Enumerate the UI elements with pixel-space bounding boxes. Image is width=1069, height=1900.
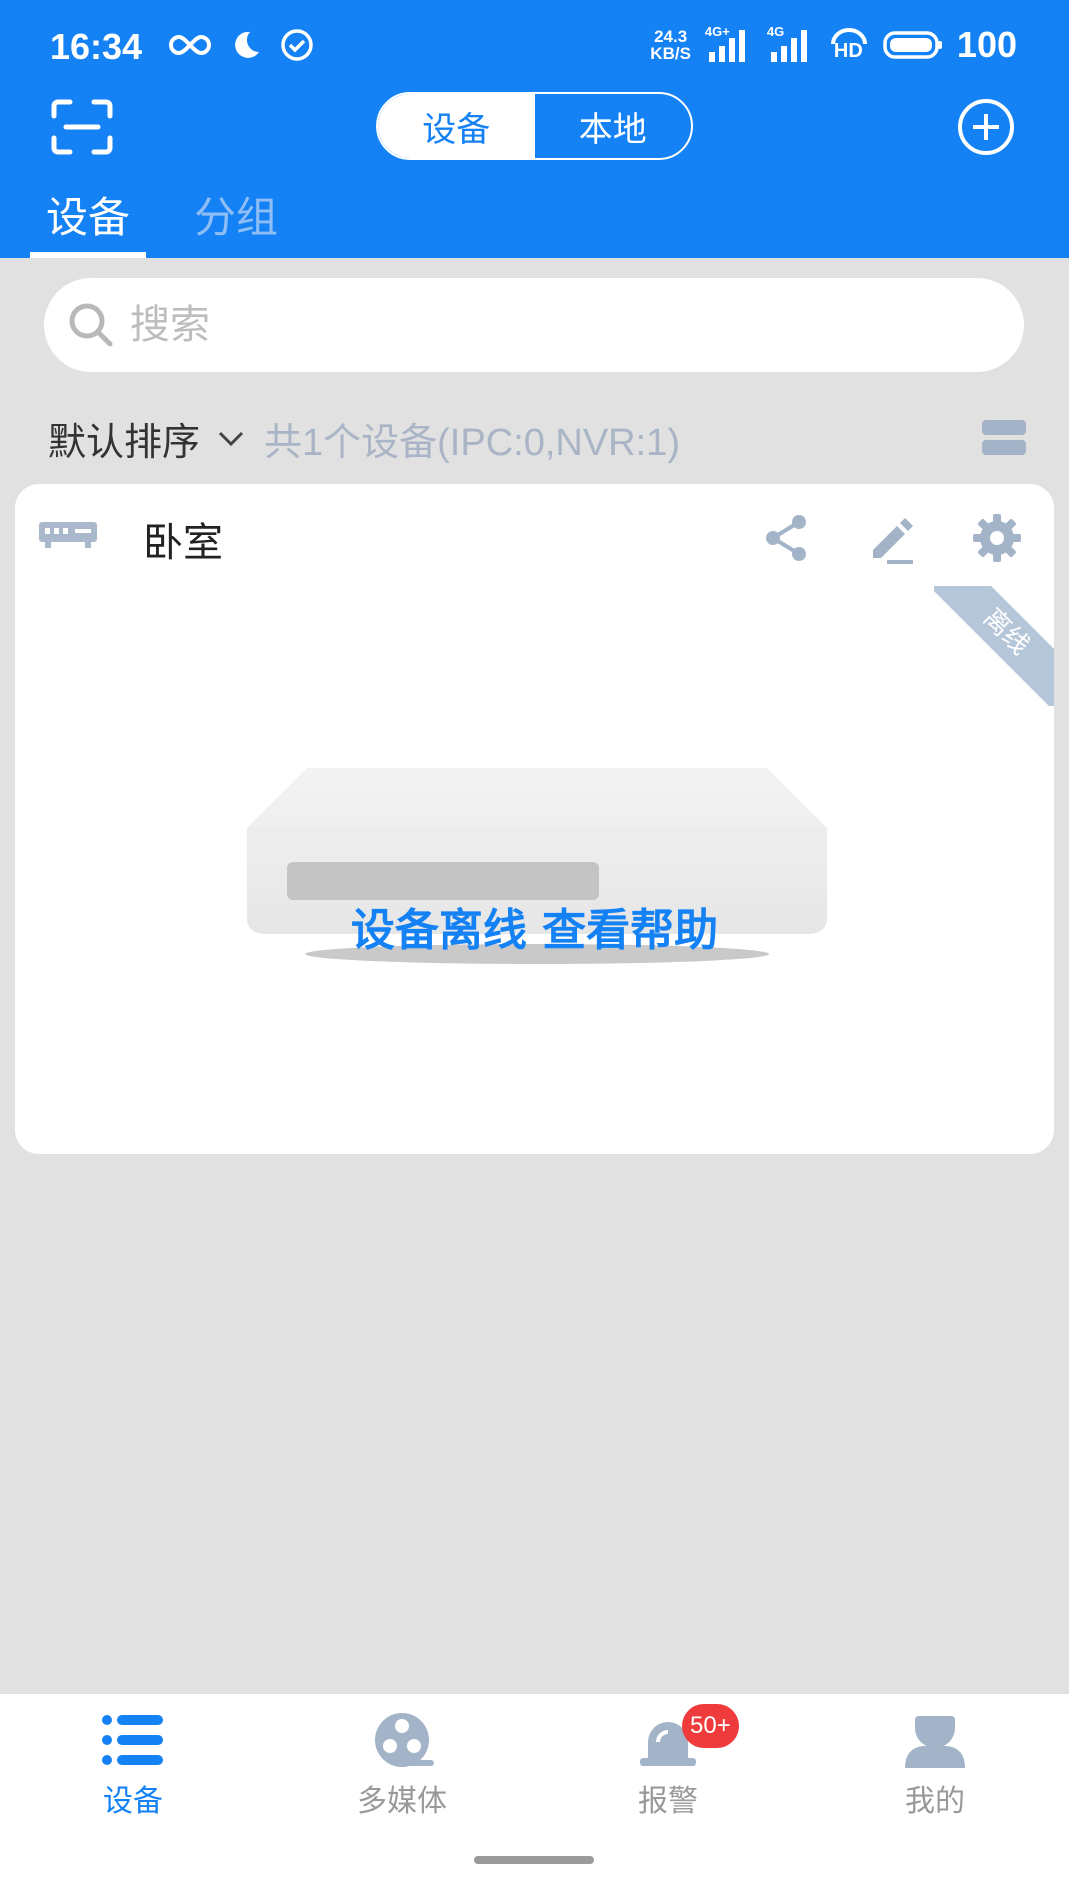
infinity-icon xyxy=(169,34,211,56)
device-local-segment: 设备 本地 xyxy=(376,92,693,160)
plus-circle-icon xyxy=(958,99,1014,155)
film-reel-icon xyxy=(375,1713,434,1767)
moon-icon xyxy=(235,31,259,58)
offline-ribbon: 离线 xyxy=(934,586,1054,706)
add-device-button[interactable] xyxy=(952,98,1020,156)
status-right-icons: 24.3 KB/S 4G+ 4G HD 100 xyxy=(650,24,1017,66)
bottom-nav: 设备 多媒体 50+ 报警 我的 xyxy=(0,1694,1069,1900)
signal-icon: 4G xyxy=(767,24,815,62)
user-icon xyxy=(905,1716,965,1768)
search-bar xyxy=(44,278,1024,372)
nav-mine[interactable]: 我的 xyxy=(835,1710,1035,1820)
sort-dropdown[interactable]: 默认排序 xyxy=(48,411,200,466)
device-name: 卧室 xyxy=(143,520,223,566)
net-speed: 24.3 KB/S xyxy=(650,27,691,63)
segment-local[interactable]: 本地 xyxy=(535,94,692,158)
top-header: 16:34 24.3 KB/S 4G+ 4G HD 100 设备 本地 设备 分… xyxy=(0,0,1069,258)
settings-gear-icon[interactable] xyxy=(969,510,1025,566)
nav-media-label: 多媒体 xyxy=(357,1784,447,1819)
nav-devices[interactable]: 设备 xyxy=(33,1710,233,1820)
nav-alarm-label: 报警 xyxy=(638,1784,698,1819)
alarm-badge: 50+ xyxy=(682,1704,739,1748)
layout-toggle-icon[interactable] xyxy=(982,418,1026,458)
hd-voice-icon: HD xyxy=(829,28,869,62)
status-time: 16:34 xyxy=(50,26,143,67)
tab-devices[interactable]: 设备 xyxy=(30,190,147,258)
device-card[interactable]: 卧室 离线 设备离线 查看帮助 xyxy=(15,484,1054,1154)
search-icon xyxy=(69,303,113,347)
chevron-down-icon[interactable] xyxy=(216,423,246,453)
tab-groups[interactable]: 分组 xyxy=(178,190,294,258)
list-icon xyxy=(102,1715,163,1765)
nvr-device-icon xyxy=(39,522,97,548)
search-input[interactable] xyxy=(130,302,990,348)
nav-media[interactable]: 多媒体 xyxy=(302,1710,502,1820)
status-ribbon-text: 离线 xyxy=(934,586,1054,706)
home-indicator[interactable] xyxy=(474,1856,594,1864)
share-icon[interactable] xyxy=(759,510,815,566)
edit-icon[interactable] xyxy=(863,510,919,566)
sort-row: 默认排序 共1个设备(IPC:0,NVR:1) xyxy=(48,408,1028,468)
scan-icon xyxy=(51,99,113,155)
nav-devices-label: 设备 xyxy=(103,1784,163,1819)
offline-help-link[interactable]: 设备离线 查看帮助 xyxy=(15,894,1054,958)
nav-mine-label: 我的 xyxy=(905,1784,965,1819)
battery-icon xyxy=(883,31,942,59)
nav-alarm[interactable]: 50+ 报警 xyxy=(568,1704,768,1820)
tab-bar: 设备 分组 xyxy=(30,190,294,258)
scan-button[interactable] xyxy=(50,98,114,156)
status-left-icons xyxy=(168,28,314,62)
battery-level: 100 xyxy=(956,24,1017,65)
check-circle-icon xyxy=(281,29,313,61)
status-bar: 16:34 24.3 KB/S 4G+ 4G HD 100 xyxy=(0,0,1069,94)
segment-device[interactable]: 设备 xyxy=(378,94,535,158)
signal-icon: 4G+ xyxy=(705,24,753,62)
device-count: 共1个设备(IPC:0,NVR:1) xyxy=(264,421,680,464)
